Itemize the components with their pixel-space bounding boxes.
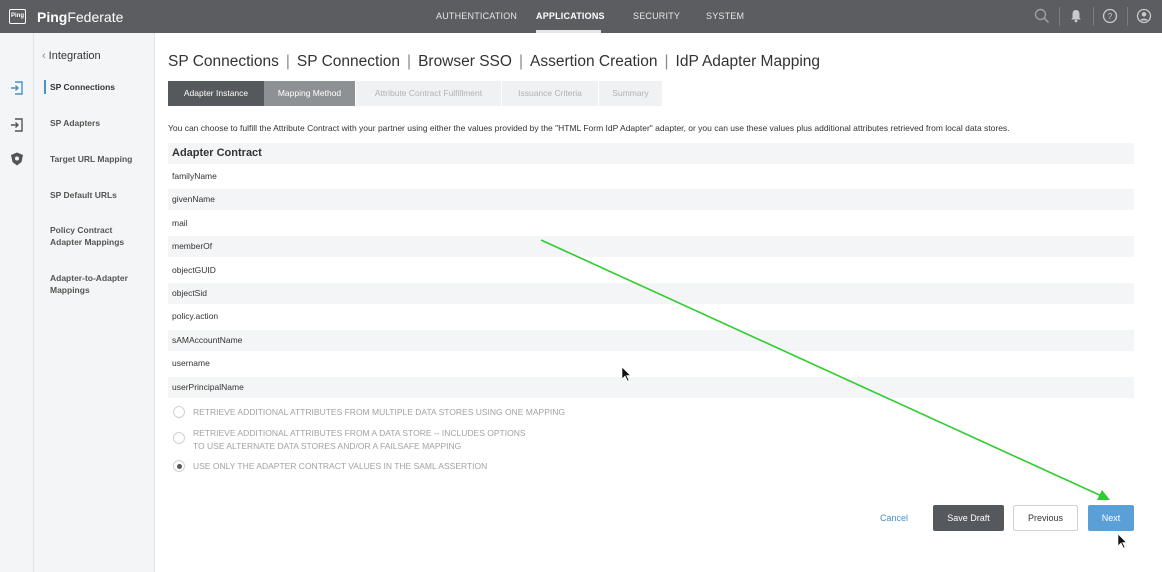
sidebar-item-policy-contract-adapter-mappings[interactable]: Policy Contract Adapter Mappings: [50, 224, 150, 248]
attribute-row: policy.action: [172, 311, 219, 321]
icon-rail: [0, 33, 34, 572]
option-label: USE ONLY THE ADAPTER CONTRACT VALUES IN …: [193, 461, 488, 471]
tab-summary: Summary: [599, 81, 662, 106]
search-icon[interactable]: [1034, 8, 1050, 24]
cancel-button[interactable]: Cancel: [868, 505, 920, 531]
attribute-row: objectGUID: [172, 265, 216, 275]
left-nav: ‹ Integration SP Connections SP Adapters …: [34, 33, 155, 572]
breadcrumb-separator: |: [664, 53, 669, 70]
nav-system[interactable]: SYSTEM: [706, 11, 744, 21]
sidebar-item-sp-default-urls[interactable]: SP Default URLs: [50, 189, 150, 201]
breadcrumb-item[interactable]: SP Connections: [168, 53, 279, 70]
divider: [1127, 7, 1128, 26]
tab-adapter-instance[interactable]: Adapter Instance: [168, 81, 264, 106]
breadcrumb-item[interactable]: Assertion Creation: [530, 53, 658, 70]
next-button[interactable]: Next: [1088, 505, 1134, 531]
attribute-row: username: [172, 358, 210, 368]
mouse-cursor-icon: [1117, 533, 1128, 549]
breadcrumb: SP Connections | SP Connection | Browser SSO…: [168, 53, 820, 71]
active-nav-indicator: [44, 80, 46, 94]
attribute-row: familyName: [172, 171, 217, 181]
breadcrumb-item[interactable]: Browser SSO: [418, 53, 512, 70]
sidebar-item-target-url-mapping[interactable]: Target URL Mapping: [50, 153, 150, 165]
page-description: You can choose to fulfill the Attribute …: [168, 123, 1010, 133]
radio-button[interactable]: [173, 432, 185, 444]
option-label: RETRIEVE ADDITIONAL ATTRIBUTES FROM A DA…: [193, 428, 526, 438]
tab-attribute-contract-fulfillment: Attribute Contract Fulfillment: [356, 81, 501, 106]
nav-applications[interactable]: APPLICATIONS: [536, 11, 605, 21]
sidebar-item-sp-connections[interactable]: SP Connections: [50, 81, 150, 93]
svg-text:?: ?: [1108, 12, 1113, 21]
back-link[interactable]: ‹ Integration: [42, 50, 101, 62]
breadcrumb-separator: |: [285, 53, 290, 70]
sidebar-item-sp-adapters[interactable]: SP Adapters: [50, 117, 150, 129]
radio-button-selected[interactable]: [173, 460, 185, 472]
tab-mapping-method[interactable]: Mapping Method: [264, 81, 355, 106]
option-label: RETRIEVE ADDITIONAL ATTRIBUTES FROM MULT…: [193, 407, 566, 417]
annotation-arrow-head: [1097, 490, 1110, 500]
tab-issuance-criteria: Issuance Criteria: [502, 81, 598, 106]
adapter-contract-heading: Adapter Contract: [168, 143, 1134, 164]
help-icon[interactable]: ?: [1102, 8, 1118, 24]
breadcrumb-separator: |: [407, 53, 412, 70]
attribute-row: objectSid: [168, 283, 1134, 304]
ping-logo[interactable]: Ping: [9, 9, 26, 24]
attribute-row: memberOf: [168, 236, 1134, 257]
previous-button[interactable]: Previous: [1013, 505, 1078, 531]
breadcrumb-separator: |: [518, 53, 523, 70]
attribute-row: userPrincipalName: [168, 377, 1134, 398]
shield-icon[interactable]: [9, 151, 25, 167]
save-draft-button[interactable]: Save Draft: [933, 505, 1004, 531]
radio-button[interactable]: [173, 406, 185, 418]
top-bar: Ping PingFederate AUTHENTICATION APPLICA…: [0, 0, 1162, 33]
sign-in-alt-icon[interactable]: [9, 117, 25, 133]
attribute-row: givenName: [168, 189, 1134, 210]
chevron-left-icon: ‹: [42, 50, 46, 62]
option-label: TO USE ALTERNATE DATA STORES AND/OR A FA…: [193, 441, 462, 451]
product-name: PingFederate: [37, 9, 124, 25]
attribute-row: mail: [172, 218, 188, 228]
user-icon[interactable]: [1136, 8, 1152, 24]
nav-security[interactable]: SECURITY: [633, 11, 680, 21]
breadcrumb-item-current: IdP Adapter Mapping: [675, 53, 821, 70]
nav-authentication[interactable]: AUTHENTICATION: [436, 11, 517, 21]
divider: [1093, 7, 1094, 26]
sign-in-icon[interactable]: [9, 80, 25, 96]
breadcrumb-item[interactable]: SP Connection: [297, 53, 400, 70]
bell-icon[interactable]: [1068, 8, 1084, 24]
attribute-row: sAMAccountName: [168, 330, 1134, 351]
nav-active-indicator: [536, 30, 601, 33]
sidebar-item-adapter-to-adapter-mappings[interactable]: Adapter-to-Adapter Mappings: [50, 272, 150, 296]
divider: [1059, 7, 1060, 26]
